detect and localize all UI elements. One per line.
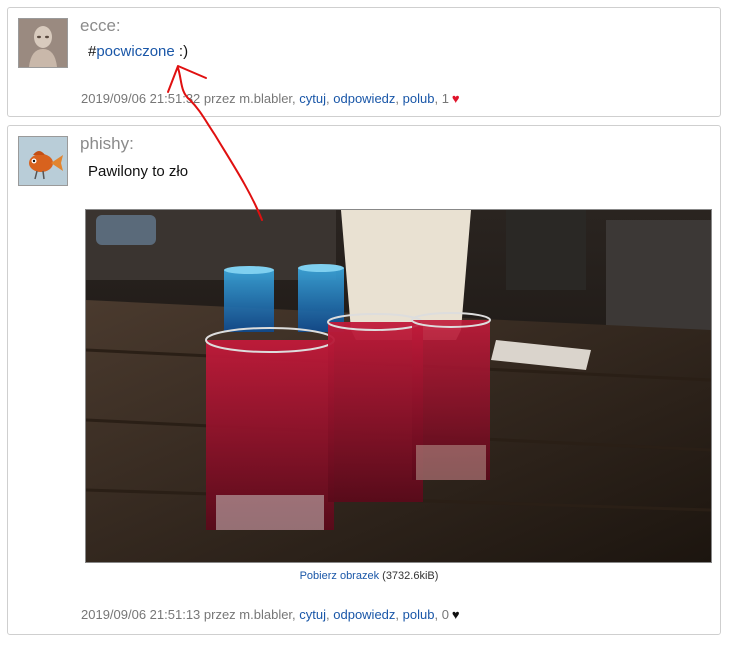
username: m.blabler [239,607,293,622]
timestamp: 2019/09/06 21:51:13 [81,607,201,622]
separator: , [395,607,403,622]
post-ecce: ecce: #pocwiczone :) 2019/09/06 21:51:32… [7,7,721,117]
separator: , [395,91,403,106]
like-link[interactable]: polub [403,91,435,106]
reply-link[interactable]: odpowiedz [333,607,395,622]
file-size: (3732.6kiB) [379,570,439,582]
post-phishy: phishy: Pawilony to zło Pobierz obrazek … [7,125,721,635]
separator: , [434,607,442,622]
like-link[interactable]: polub [403,607,435,622]
username: m.blabler [239,91,293,106]
by-text: przez [200,607,240,622]
heart-icon: ♥ [451,91,460,106]
attached-photo[interactable] [85,209,712,563]
timestamp: 2019/09/06 21:51:32 [81,91,201,106]
post-body: #pocwiczone :) [88,43,188,60]
download-line: Pobierz obrazek (3732.6kiB) [13,570,725,582]
quote-link[interactable]: cytuj [299,91,326,106]
hashtag-link[interactable]: pocwiczone [96,43,174,60]
quote-link[interactable]: cytuj [299,607,326,622]
author-name[interactable]: ecce: [80,16,121,36]
post-meta: 2019/09/06 21:51:32 przez m.blabler, cyt… [81,91,460,106]
separator: , [434,91,442,106]
shot-glasses-photo [86,210,711,562]
heart-icon: ♥ [451,607,460,622]
fish-avatar-icon [19,137,67,185]
body-suffix: :) [174,43,189,60]
by-text: przez [200,91,240,106]
author-name[interactable]: phishy: [80,134,134,154]
post-meta: 2019/09/06 21:51:13 przez m.blabler, cyt… [81,607,460,622]
avatar-ecce[interactable] [18,18,68,68]
post-body: Pawilony to zło [88,163,189,180]
download-image-link[interactable]: Pobierz obrazek [300,570,380,582]
likes-count: 0 [441,607,449,622]
bald-man-avatar-icon [19,19,67,67]
reply-link[interactable]: odpowiedz [333,91,395,106]
avatar-phishy[interactable] [18,136,68,186]
likes-count: 1 [441,91,449,106]
